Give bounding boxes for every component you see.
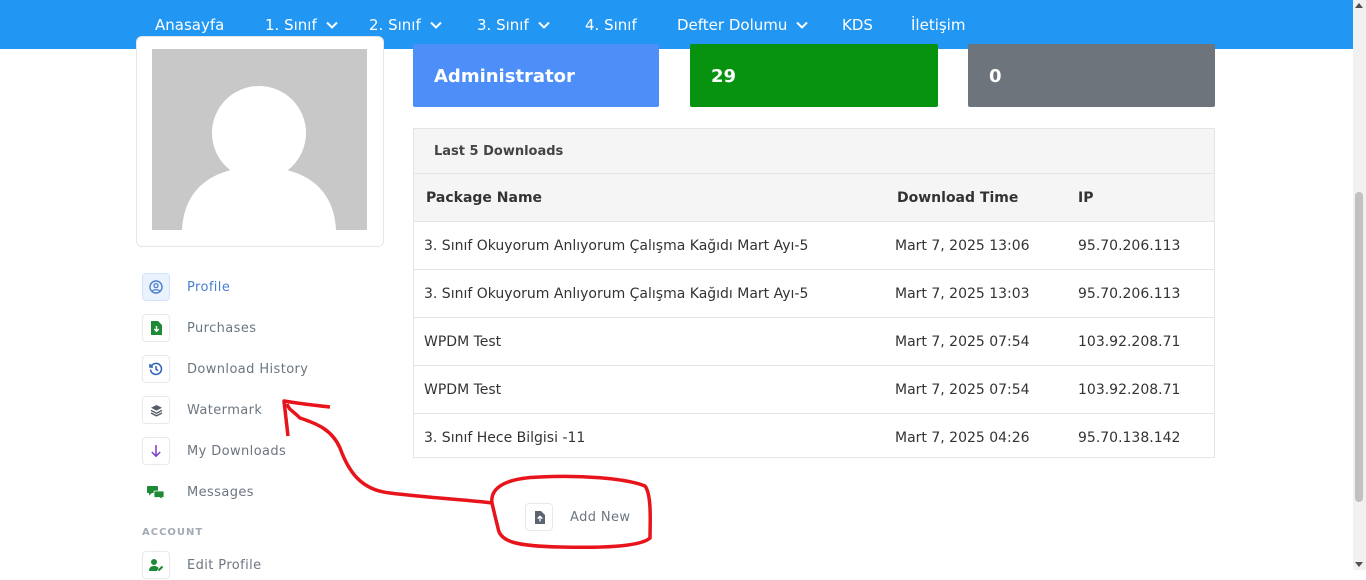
file-download-icon — [142, 314, 170, 342]
menu-label-edit-profile: Edit Profile — [187, 557, 262, 573]
menu-label-profile: Profile — [187, 279, 231, 295]
chevron-down-icon — [538, 21, 550, 29]
chevron-down-icon — [430, 21, 442, 29]
vertical-scrollbar[interactable] — [1353, 0, 1366, 570]
cell-download-time: Mart 7, 2025 07:54 — [895, 365, 1078, 414]
downloads-table: Package Name Download Time IP 3. Sınıf O… — [414, 174, 1214, 461]
stat-card-role: Administrator — [413, 44, 659, 107]
chat-icon — [142, 478, 170, 506]
menu-label-purchases: Purchases — [187, 320, 257, 336]
cell-package-name: WPDM Test — [414, 365, 895, 414]
nav-item-defter-dolumu[interactable]: Defter Dolumu — [677, 0, 809, 49]
menu-item-watermark[interactable]: Watermark — [142, 395, 262, 425]
add-new-label: Add New — [570, 509, 631, 525]
layers-icon — [142, 396, 170, 424]
scroll-up-arrow-icon[interactable] — [1355, 3, 1363, 8]
scroll-down-arrow-icon[interactable] — [1355, 562, 1363, 567]
cell-package-name: 3. Sınıf Okuyorum Anlıyorum Çalışma Kağı… — [414, 269, 895, 318]
menu-item-purchases[interactable]: Purchases — [142, 313, 256, 343]
arrow-down-icon — [142, 437, 170, 465]
chevron-down-icon — [326, 21, 338, 29]
cell-ip: 95.70.138.142 — [1078, 429, 1181, 446]
cell-package-name: 3. Sınıf Hece Bilgisi -11 — [424, 429, 586, 446]
last-downloads-panel: Last 5 Downloads Package Name Download T… — [413, 128, 1215, 458]
cell-ip: 103.92.208.71 — [1078, 317, 1214, 366]
menu-item-edit-profile[interactable]: Edit Profile — [142, 550, 262, 580]
avatar-card — [136, 36, 384, 247]
annotation-arrowhead — [282, 399, 331, 437]
cell-download-time: Mart 7, 2025 07:54 — [895, 317, 1078, 366]
menu-item-messages[interactable]: Messages — [142, 477, 254, 507]
cell-ip: 95.70.206.113 — [1078, 221, 1214, 270]
add-new-button[interactable]: Add New — [525, 503, 630, 531]
table-row: WPDM Test Mart 7, 2025 07:54 103.92.208.… — [414, 365, 1214, 414]
column-header-download-time: Download Time — [895, 174, 1078, 222]
stat-value-pending: 0 — [989, 66, 1002, 87]
section-label-account: ACCOUNT — [142, 527, 204, 538]
cell-ip: 103.92.208.71 — [1078, 365, 1214, 414]
stat-value-downloads: 29 — [711, 66, 737, 87]
cell-package-name: WPDM Test — [414, 317, 895, 366]
user-silhouette-icon — [182, 86, 336, 230]
scrollbar-thumb[interactable] — [1355, 192, 1363, 502]
column-header-package-name: Package Name — [414, 174, 895, 222]
user-edit-icon — [142, 551, 170, 579]
file-plus-icon — [525, 503, 553, 531]
avatar — [152, 49, 367, 230]
cell-ip: 95.70.206.113 — [1078, 269, 1214, 318]
table-row: 3. Sınıf Hece Bilgisi -11 Mart 7, 2025 0… — [414, 414, 1214, 462]
stat-value-role: Administrator — [434, 66, 575, 87]
cell-download-time: Mart 7, 2025 04:26 — [895, 429, 1030, 446]
cell-package-name: 3. Sınıf Okuyorum Anlıyorum Çalışma Kağı… — [414, 221, 895, 270]
history-icon — [142, 355, 170, 383]
menu-label-my-downloads: My Downloads — [187, 443, 287, 459]
panel-title: Last 5 Downloads — [414, 129, 1214, 174]
menu-item-profile[interactable]: Profile — [142, 272, 230, 302]
menu-item-my-downloads[interactable]: My Downloads — [142, 436, 286, 466]
table-header-row: Package Name Download Time IP — [414, 174, 1214, 222]
table-row: WPDM Test Mart 7, 2025 07:54 103.92.208.… — [414, 317, 1214, 366]
cell-download-time: Mart 7, 2025 13:03 — [895, 269, 1078, 318]
menu-label-watermark: Watermark — [187, 402, 263, 418]
stat-card-pending: 0 — [968, 44, 1215, 107]
menu-item-download-history[interactable]: Download History — [142, 354, 308, 384]
stat-card-downloads: 29 — [690, 44, 938, 107]
table-row: 3. Sınıf Okuyorum Anlıyorum Çalışma Kağı… — [414, 221, 1214, 270]
nav-item-4-sinif[interactable]: 4. Sınıf — [585, 0, 637, 49]
cell-download-time: Mart 7, 2025 13:06 — [895, 221, 1078, 270]
menu-label-messages: Messages — [187, 484, 254, 500]
nav-item-iletisim[interactable]: İletişim — [911, 0, 965, 49]
column-header-ip: IP — [1078, 174, 1214, 222]
nav-item-3-sinif[interactable]: 3. Sınıf — [477, 0, 551, 49]
user-circle-icon — [142, 273, 170, 301]
chevron-down-icon — [796, 21, 809, 29]
menu-label-download-history: Download History — [187, 361, 309, 377]
table-row: 3. Sınıf Okuyorum Anlıyorum Çalışma Kağı… — [414, 269, 1214, 318]
nav-item-kds[interactable]: KDS — [842, 0, 873, 49]
